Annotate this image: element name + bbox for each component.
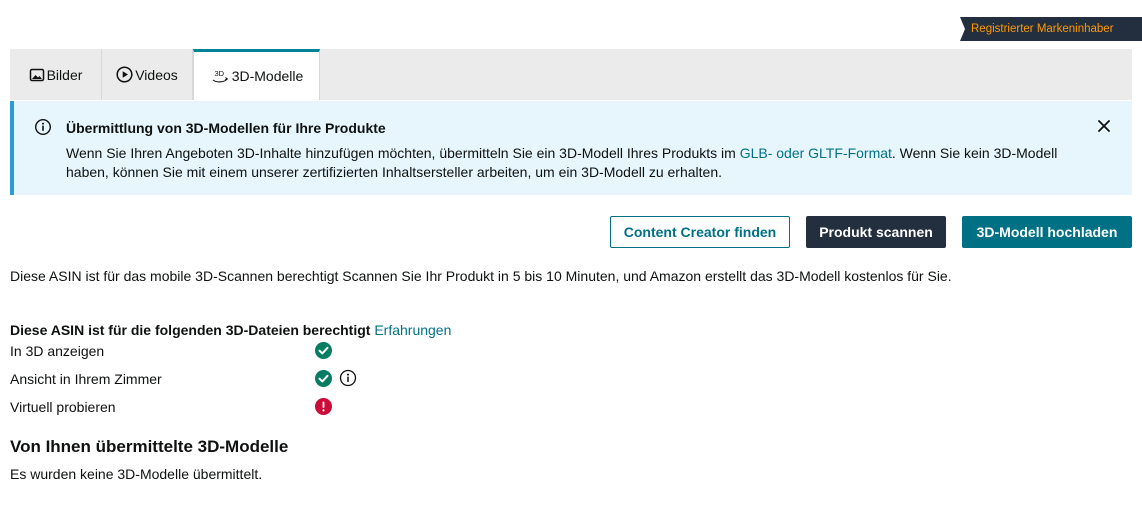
tab-3d-models-label: 3D-Modelle <box>231 68 304 84</box>
error-alert-icon <box>315 398 332 418</box>
upload-3d-model-button[interactable]: 3D-Modell hochladen <box>962 216 1132 248</box>
tab-videos[interactable]: Videos <box>102 49 193 100</box>
3d-rotate-icon: 3D <box>210 67 230 85</box>
info-icon <box>34 118 52 139</box>
tab-bar: Bilder Videos 3D 3D-Modelle <box>10 49 1132 100</box>
alert-body: Wenn Sie Ihren Angeboten 3D-Inhalte hinz… <box>66 144 1096 182</box>
brand-owner-badge: Registrierter Markeninhaber <box>960 17 1142 41</box>
alert-title: Übermittlung von 3D-Modellen für Ihre Pr… <box>66 120 386 136</box>
close-icon[interactable] <box>1096 118 1112 137</box>
feature-label-virtual-try-on: Virtuell probieren <box>10 399 116 415</box>
info-alert: Übermittlung von 3D-Modellen für Ihre Pr… <box>10 101 1132 195</box>
tab-videos-label: Videos <box>135 66 178 83</box>
alert-body-text: Wenn Sie Ihren Angeboten 3D-Inhalte hinz… <box>66 145 740 161</box>
info-icon[interactable] <box>339 369 357 390</box>
check-circle-icon <box>315 370 332 390</box>
tab-images-label: Bilder <box>46 66 83 83</box>
3d-icon-text: 3D <box>214 69 224 78</box>
play-circle-icon <box>116 66 133 83</box>
mobile-scan-note: Diese ASIN ist für das mobile 3D-Scannen… <box>10 268 952 284</box>
check-circle-icon <box>315 342 332 362</box>
eligibility-heading-text: Diese ASIN ist für die folgenden 3D-Date… <box>10 322 371 338</box>
scan-product-button[interactable]: Produkt scannen <box>806 216 946 248</box>
submitted-models-heading: Von Ihnen übermittelte 3D-Modelle <box>10 437 289 456</box>
feature-label-view-in-your-room: Ansicht in Ihrem Zimmer <box>10 371 162 387</box>
no-models-message: Es wurden keine 3D-Modelle übermittelt. <box>10 466 263 482</box>
tab-images[interactable]: Bilder <box>10 49 102 100</box>
image-icon <box>29 67 45 83</box>
eligibility-heading: Diese ASIN ist für die folgenden 3D-Date… <box>10 322 451 338</box>
tab-3d-models[interactable]: 3D 3D-Modelle <box>193 49 320 100</box>
find-content-creator-button[interactable]: Content Creator finden <box>610 216 790 248</box>
feature-label-view-in-3d: In 3D anzeigen <box>10 343 105 359</box>
learn-more-link[interactable]: Erfahrungen <box>374 322 451 338</box>
glb-gltf-format-link[interactable]: GLB- oder GLTF-Format <box>740 145 892 161</box>
